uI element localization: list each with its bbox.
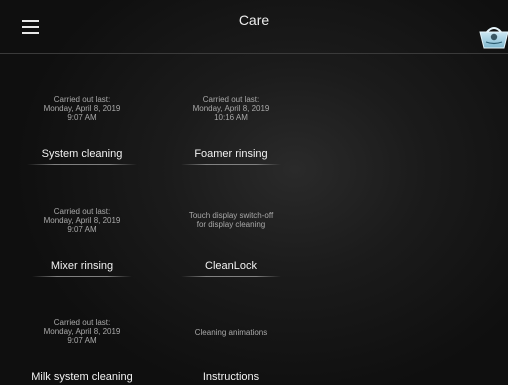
instructions-label: Instructions: [202, 371, 260, 383]
system-cleaning-last-run: Carried out last: Monday, April 8, 2019 …: [43, 95, 121, 122]
instructions-tile[interactable]: Cleaning animations Instructions: [156, 328, 306, 385]
cleanlock-description: Touch display switch-off for display cle…: [188, 211, 274, 229]
milk-system-cleaning-tile[interactable]: Carried out last: Monday, April 8, 2019 …: [7, 318, 157, 385]
tile-underline: [32, 276, 132, 277]
cleanlock-label: CleanLock: [205, 260, 257, 272]
foamer-rinsing-tile[interactable]: Carried out last: Monday, April 8, 2019 …: [156, 95, 306, 165]
page-title: Care: [238, 12, 270, 28]
instructions-description: Cleaning animations: [194, 328, 268, 337]
tile-underline: [27, 164, 137, 165]
mixer-rinsing-last-run: Carried out last: Monday, April 8, 2019 …: [43, 207, 121, 234]
cleanlock-tile[interactable]: Touch display switch-off for display cle…: [156, 211, 306, 277]
milk-system-cleaning-last-run: Carried out last: Monday, April 8, 2019 …: [43, 318, 121, 345]
foamer-rinsing-label: Foamer rinsing: [194, 148, 268, 160]
care-screen: Care Carried out last: Monday, April 8, …: [0, 0, 508, 385]
mixer-rinsing-label: Mixer rinsing: [50, 260, 114, 272]
tile-underline: [181, 276, 281, 277]
top-bar: Care: [0, 0, 508, 54]
milk-system-cleaning-label: Milk system cleaning: [31, 371, 133, 383]
tile-underline: [181, 164, 281, 165]
foamer-rinsing-last-run: Carried out last: Monday, April 8, 2019 …: [192, 95, 270, 122]
mixer-rinsing-tile[interactable]: Carried out last: Monday, April 8, 2019 …: [7, 207, 157, 277]
system-cleaning-tile[interactable]: Carried out last: Monday, April 8, 2019 …: [7, 95, 157, 165]
system-cleaning-label: System cleaning: [41, 148, 123, 160]
cleaning-cup-icon[interactable]: [478, 22, 508, 50]
